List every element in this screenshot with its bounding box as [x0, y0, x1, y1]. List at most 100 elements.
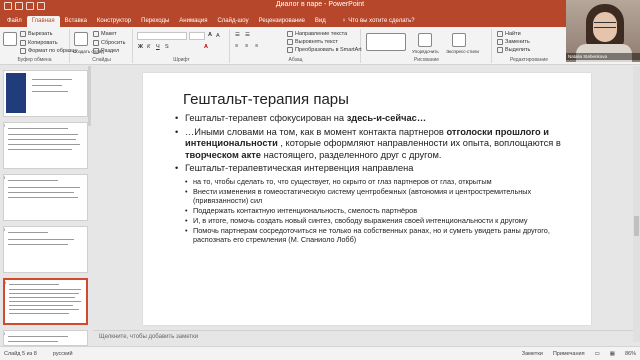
thumbnail-line	[9, 301, 81, 302]
tab-home[interactable]: Главная	[26, 16, 60, 27]
section-icon	[93, 48, 99, 54]
thumbnail-line	[9, 293, 79, 294]
bullet-bold-text: творческом акте	[185, 149, 261, 160]
sub-bullet: на то, чтобы сделать то, что существует,…	[175, 177, 575, 186]
thumbnail-number: 4	[3, 227, 6, 232]
thumbnail-line	[9, 289, 81, 290]
tab-insert[interactable]: Вставка	[60, 16, 92, 27]
smartart-icon	[287, 47, 293, 53]
comments-toggle[interactable]: Примечания	[553, 351, 585, 357]
thumbnail-slide[interactable]: 6	[3, 330, 88, 346]
powerpoint-window: Диалог в паре - PowerPoint Файл Главная …	[0, 0, 640, 360]
group-font: A A Ж К Ч S A Шрифт	[134, 29, 230, 63]
find-button[interactable]: Найти	[497, 31, 521, 37]
align-text-button[interactable]: Выровнять текст	[287, 39, 338, 45]
reset-label: Сбросить	[101, 40, 126, 46]
quick-styles-icon[interactable]	[452, 33, 466, 47]
align-left-icon[interactable]: ≡	[235, 43, 238, 49]
tab-view[interactable]: Вид	[310, 16, 331, 27]
shadow-icon[interactable]: S	[165, 44, 169, 50]
zoom-level[interactable]: 86%	[625, 351, 636, 357]
italic-icon[interactable]: К	[147, 44, 150, 50]
thumbnail-line	[8, 134, 78, 135]
notes-toggle[interactable]: Заметки	[522, 351, 543, 357]
bullet-intervention: Гештальт-терапевтическая интервенция нап…	[175, 163, 575, 175]
slide-title[interactable]: Гештальт-терапия пары	[183, 91, 349, 108]
align-center-icon[interactable]: ≡	[245, 43, 248, 49]
thumbnail-line	[8, 192, 74, 193]
thumbnail-number: 2	[3, 123, 6, 128]
shrink-font-icon[interactable]: A	[216, 33, 220, 39]
thumbnail-line	[8, 336, 68, 337]
smartart-label: Преобразовать в SmartArt	[295, 47, 362, 53]
tab-file[interactable]: Файл	[2, 16, 27, 27]
thumbnail-slide[interactable]	[3, 70, 88, 117]
reset-icon	[93, 40, 99, 46]
font-size-field[interactable]	[189, 32, 205, 40]
tell-me-box[interactable]: ♀ Что вы хотите сделать?	[337, 16, 420, 27]
format-painter-button[interactable]: Формат по образцу	[20, 48, 77, 54]
arrange-icon[interactable]	[418, 33, 432, 47]
font-color-icon[interactable]: A	[204, 44, 208, 50]
notes-pane[interactable]: Щелкните, чтобы добавить заметки	[93, 330, 633, 344]
underline-icon[interactable]: Ч	[156, 44, 160, 50]
arrange-label[interactable]: Упорядочить	[412, 49, 439, 54]
quick-styles-label[interactable]: Экспресс-стили	[446, 49, 479, 54]
drawing-group-label: Рисование	[413, 57, 440, 63]
tab-review[interactable]: Рецензирование	[254, 16, 310, 27]
copy-button[interactable]: Копировать	[20, 40, 58, 46]
bullets-icon[interactable]: ☰	[235, 32, 240, 38]
find-label: Найти	[505, 31, 521, 37]
scrollbar-thumb[interactable]	[634, 216, 639, 236]
thumbnail-number: 5	[4, 280, 7, 285]
language-indicator[interactable]: русский	[53, 351, 73, 357]
status-bar: Слайд 5 из 8 русский Заметки Примечания …	[0, 346, 640, 360]
font-group-label: Шрифт	[173, 57, 190, 63]
slide-body[interactable]: Гештальт-терапевт сфокусирован на здесь-…	[175, 113, 575, 245]
tab-design[interactable]: Конструктор	[92, 16, 136, 27]
tab-slideshow[interactable]: Слайд-шоу	[212, 16, 253, 27]
clipboard-group-label: Буфер обмена	[17, 57, 52, 63]
thumbnail-slide[interactable]: 2	[3, 122, 88, 169]
cut-button[interactable]: Вырезать	[20, 31, 52, 37]
font-name-field[interactable]	[137, 32, 187, 40]
slide-canvas[interactable]: Гештальт-терапия пары Гештальт-терапевт …	[143, 73, 591, 325]
smartart-button[interactable]: Преобразовать в SmartArt	[287, 47, 362, 53]
new-slide-icon[interactable]	[74, 32, 88, 46]
scissors-icon	[20, 31, 26, 37]
thumbnail-line	[8, 341, 58, 342]
numbering-icon[interactable]: ☰	[245, 32, 250, 38]
tab-animations[interactable]: Анимация	[174, 16, 212, 27]
replace-label: Заменить	[505, 39, 530, 45]
tell-me-text: Что вы хотите сделать?	[348, 18, 415, 24]
thumbnail-line	[9, 313, 69, 314]
bold-icon[interactable]: Ж	[138, 44, 143, 50]
reset-button[interactable]: Сбросить	[93, 40, 125, 46]
thumbnail-slide[interactable]: 3	[3, 174, 88, 221]
grow-font-icon[interactable]: A	[208, 32, 212, 38]
shapes-gallery[interactable]	[366, 33, 406, 51]
replace-icon	[497, 39, 503, 45]
layout-button[interactable]: Макет	[93, 31, 117, 37]
thumbnail-slide-selected[interactable]: 5	[3, 278, 88, 325]
text-direction-label: Направление текста	[295, 31, 348, 37]
text-direction-button[interactable]: Направление текста	[287, 31, 347, 37]
select-button[interactable]: Выделить	[497, 47, 530, 53]
thumbnail-line	[9, 305, 73, 306]
replace-button[interactable]: Заменить	[497, 39, 530, 45]
paste-icon[interactable]	[3, 32, 17, 46]
thumbnails-scrollbar[interactable]	[88, 66, 91, 126]
bullet-contact: …Иными словами на том, как в момент конт…	[175, 127, 575, 162]
tab-transitions[interactable]: Переходы	[136, 16, 174, 27]
sorter-view-icon[interactable]: ▦	[610, 351, 615, 357]
thumbnail-line	[8, 244, 68, 245]
section-button[interactable]: Раздел	[93, 48, 119, 54]
align-right-icon[interactable]: ≡	[255, 43, 258, 49]
editor-scrollbar[interactable]	[633, 66, 640, 342]
thumbnail-slide[interactable]: 4	[3, 226, 88, 273]
bullet-text: Гештальт-терапевт сфокусирован на	[185, 113, 347, 123]
normal-view-icon[interactable]: ▭	[595, 351, 600, 357]
thumbnail-line	[9, 309, 79, 310]
align-text-label: Выровнять текст	[295, 39, 338, 45]
title-bar: Диалог в паре - PowerPoint	[0, 0, 640, 13]
